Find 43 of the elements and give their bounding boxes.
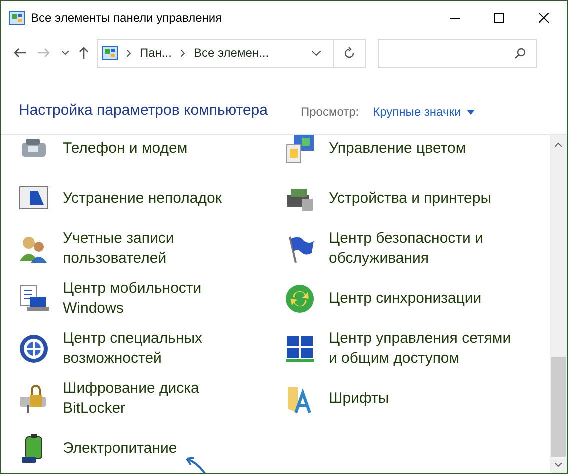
breadcrumb-separator-icon (127, 50, 131, 56)
scrollbar-thumb[interactable] (551, 357, 566, 457)
window-title: Все элементы панели управления (31, 10, 222, 27)
control-panel-icon (9, 11, 25, 25)
scroll-up-icon (555, 143, 562, 147)
control-panel-item-link[interactable]: Центр синхронизации (329, 289, 482, 309)
control-panel-item-link[interactable]: Шрифты (329, 389, 390, 409)
forward-arrow-icon (38, 48, 50, 58)
control-panel-item-link[interactable]: Центр управления сетями и общим доступом (329, 329, 519, 369)
maximize-icon (494, 13, 504, 23)
dropdown-triangle-icon (467, 110, 476, 114)
control-panel-item-link[interactable]: Центр специальных возможностей (63, 329, 253, 369)
scrollbar[interactable] (550, 135, 567, 473)
control-panel-item-link[interactable]: Электропитание (63, 439, 178, 459)
control-panel-item-link[interactable]: Центр безопасности и обслуживания (329, 229, 519, 269)
network-icon[interactable] (284, 333, 316, 365)
control-panel-item-link[interactable]: Устранение неполадок (63, 189, 222, 209)
breadcrumb-link[interactable]: Пан... (140, 44, 172, 62)
control-panel-icon (102, 46, 118, 60)
back-arrow-icon (14, 48, 26, 58)
control-panel-item-link[interactable]: Телефон и модем (63, 139, 188, 159)
address-bar[interactable]: Пан... Все элемен... (97, 38, 366, 68)
search-icon (515, 48, 526, 58)
refresh-icon (344, 47, 355, 59)
page-heading: Настройка параметров компьютера (19, 100, 268, 120)
control-panel-item-link[interactable]: Управление цветом (329, 139, 466, 159)
close-icon (539, 13, 549, 23)
control-panel-item-link[interactable]: Центр мобильности Windows (63, 279, 253, 319)
view-label: Просмотр: (300, 104, 360, 121)
up-arrow-icon (79, 47, 89, 59)
breadcrumb-separator-icon (180, 50, 185, 56)
control-panel-item-link[interactable]: Устройства и принтеры (329, 189, 492, 209)
control-panel-item-link[interactable]: Учетные записи пользователей (63, 229, 253, 269)
color-management-icon[interactable] (284, 135, 316, 165)
view-dropdown[interactable]: Крупные значки (373, 103, 476, 121)
accessibility-icon[interactable] (18, 333, 50, 365)
control-panel-item-link[interactable]: Шифрование диска BitLocker (63, 379, 253, 419)
chevron-down-icon (312, 50, 321, 56)
chevron-down-icon (62, 51, 68, 55)
search-field[interactable] (378, 38, 537, 68)
sync-icon[interactable] (284, 283, 316, 315)
scroll-down-icon (555, 463, 562, 467)
breadcrumb-link[interactable]: Все элемен... (194, 44, 270, 62)
